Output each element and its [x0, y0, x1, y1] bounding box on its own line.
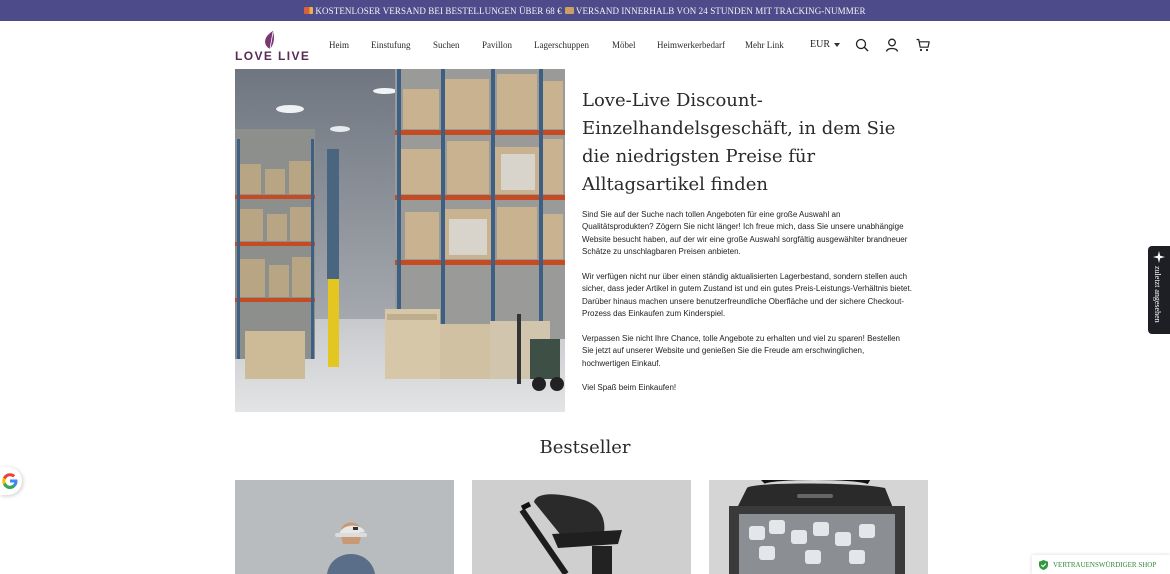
product-image-golfer [235, 480, 454, 574]
logo-text: LOVE LIVE [235, 49, 311, 63]
shield-check-icon [1039, 559, 1048, 570]
nav-item-suchen[interactable]: Suchen [433, 40, 460, 50]
recently-viewed-tab[interactable]: zuletzt angesehen [1148, 246, 1170, 334]
hero-warehouse-image [235, 69, 565, 412]
announcement-tracking-text: VERSAND INNERHALB VON 24 STUNDEN MIT TRA… [575, 5, 866, 16]
google-reviews-badge[interactable] [0, 467, 22, 495]
logo[interactable]: LOVE LIVE [235, 30, 311, 63]
cart-icon[interactable] [916, 38, 930, 52]
logo-leaf-icon [265, 31, 274, 50]
package-icon [564, 7, 574, 14]
google-icon [2, 473, 18, 489]
product-image-stroller [472, 480, 691, 574]
sparkle-icon [1153, 251, 1165, 263]
nav-item-moebel[interactable]: Möbel [612, 40, 636, 50]
hero-paragraph-2: Wir verfügen nicht nur über einen ständi… [582, 272, 912, 319]
bestseller-heading: Bestseller [539, 437, 631, 458]
chevron-down-icon [834, 42, 840, 47]
currency-label: EUR [810, 39, 830, 50]
account-icon[interactable] [885, 38, 899, 52]
hero-title: Love-Live Discount-Einzelhandelsgeschäft… [582, 90, 896, 195]
announcement-shipping-text: KOSTENLOSER VERSAND BEI BESTELLUNGEN ÜBE… [315, 5, 562, 16]
product-card-ice-maker[interactable] [709, 480, 928, 574]
product-card-stroller[interactable] [472, 480, 691, 574]
warehouse-illustration [235, 69, 565, 412]
hero-paragraph-3: Verpassen Sie nicht Ihre Chance, tolle A… [582, 334, 900, 368]
nav-item-einstufung[interactable]: Einstufung [371, 40, 411, 50]
recently-viewed-label: zuletzt angesehen [1153, 266, 1162, 323]
nav-item-mehr-link[interactable]: Mehr Link [745, 40, 784, 50]
currency-selector[interactable]: EUR [810, 39, 840, 50]
search-icon[interactable] [855, 38, 869, 52]
site-header: LOVE LIVE Heim Einstufung Suchen Pavillo… [0, 21, 1170, 69]
nav-item-heimwerkerbedarf[interactable]: Heimwerkerbedarf [657, 40, 725, 50]
product-card-golfer[interactable] [235, 480, 454, 574]
product-image-ice-maker [709, 480, 928, 574]
nav-item-heim[interactable]: Heim [329, 40, 349, 50]
hero-paragraph-1: Sind Sie auf der Suche nach tollen Angeb… [582, 210, 908, 257]
trusted-shop-badge[interactable]: VERTRAUENSWÜRDIGER SHOP [1032, 555, 1170, 574]
nav-item-lagerschuppen[interactable]: Lagerschuppen [534, 40, 589, 50]
trusted-shop-label: VERTRAUENSWÜRDIGER SHOP [1053, 560, 1157, 569]
announcement-bar: KOSTENLOSER VERSAND BEI BESTELLUNGEN ÜBE… [0, 0, 1170, 21]
hero-paragraph-4: Viel Spaß beim Einkaufen! [582, 383, 677, 392]
nav-item-pavillon[interactable]: Pavillon [482, 40, 512, 50]
truck-icon [304, 7, 314, 14]
